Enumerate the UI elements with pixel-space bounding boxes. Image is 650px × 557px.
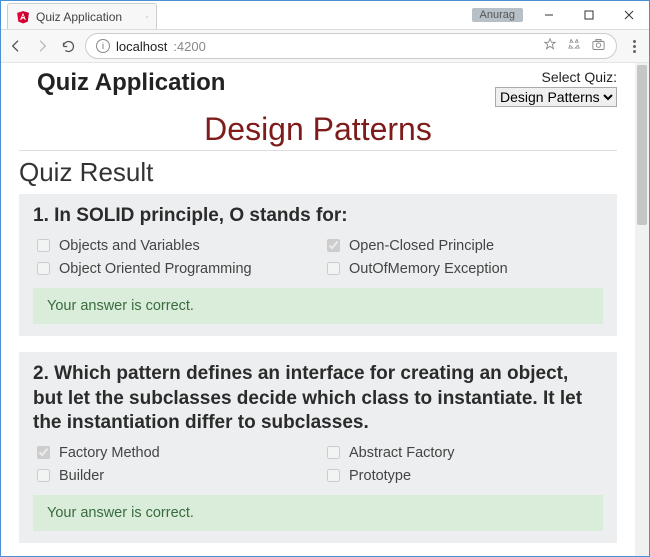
option: Objects and Variables <box>33 236 313 255</box>
quiz-selector: Select Quiz: Design Patterns <box>495 69 617 107</box>
maximize-button[interactable] <box>569 1 609 29</box>
user-tag: Anurag <box>472 8 523 22</box>
option-label: Builder <box>59 468 104 484</box>
option-checkbox[interactable] <box>37 469 50 482</box>
scrollbar-track[interactable] <box>635 63 649 556</box>
quiz-result-heading: Quiz Result <box>19 157 617 188</box>
option: Prototype <box>323 466 603 485</box>
option-checkbox[interactable] <box>327 262 340 275</box>
option-label: Open-Closed Principle <box>349 238 494 254</box>
titlebar: Quiz Application Anurag <box>1 1 649 29</box>
back-button[interactable] <box>7 37 25 55</box>
browser-menu-button[interactable] <box>625 40 643 53</box>
option-checkbox[interactable] <box>37 239 50 252</box>
option-checkbox[interactable] <box>37 262 50 275</box>
app-title: Quiz Application <box>19 69 225 99</box>
recycle-icon[interactable] <box>567 37 581 55</box>
option-label: Factory Method <box>59 445 160 461</box>
page-content: Quiz Application Select Quiz: Design Pat… <box>1 63 635 556</box>
question-card: 2. Which pattern defines an interface fo… <box>19 352 617 543</box>
browser-tab[interactable]: Quiz Application <box>7 3 157 29</box>
option: OutOfMemory Exception <box>323 259 603 278</box>
option-checkbox[interactable] <box>327 469 340 482</box>
divider <box>19 150 617 151</box>
option-checkbox[interactable] <box>327 446 340 459</box>
close-button[interactable] <box>609 1 649 29</box>
app-header: Quiz Application Select Quiz: Design Pat… <box>19 69 617 107</box>
reload-button[interactable] <box>59 37 77 55</box>
option: Builder <box>33 466 313 485</box>
question-text: 2. Which pattern defines an interface fo… <box>33 362 603 435</box>
angular-icon <box>16 10 30 24</box>
option: Open-Closed Principle <box>323 236 603 255</box>
quiz-name-heading: Design Patterns <box>19 111 617 148</box>
options-grid: Factory Method Abstract Factory Builder … <box>33 443 603 485</box>
window-controls <box>529 1 649 29</box>
option-checkbox[interactable] <box>327 239 340 252</box>
forward-button[interactable] <box>33 37 51 55</box>
options-grid: Objects and Variables Open-Closed Princi… <box>33 236 603 278</box>
option-label: Object Oriented Programming <box>59 261 252 277</box>
option-checkbox[interactable] <box>37 446 50 459</box>
tab-strip: Quiz Application <box>1 1 472 29</box>
tab-close-icon[interactable] <box>138 12 148 22</box>
option-label: OutOfMemory Exception <box>349 261 508 277</box>
star-icon[interactable] <box>543 37 557 55</box>
question-card: 1. In SOLID principle, O stands for: Obj… <box>19 194 617 336</box>
scrollbar-thumb[interactable] <box>637 65 647 225</box>
option: Object Oriented Programming <box>33 259 313 278</box>
answer-feedback: Your answer is correct. <box>33 495 603 531</box>
option-label: Objects and Variables <box>59 238 200 254</box>
address-actions <box>543 37 606 55</box>
question-text: 1. In SOLID principle, O stands for: <box>33 204 603 228</box>
select-quiz-label: Select Quiz: <box>495 69 617 85</box>
option: Factory Method <box>33 443 313 462</box>
quiz-select[interactable]: Design Patterns <box>495 87 617 107</box>
tab-title: Quiz Application <box>36 10 122 24</box>
answer-feedback: Your answer is correct. <box>33 288 603 324</box>
browser-window: Quiz Application Anurag i localhost :4200 <box>0 0 650 557</box>
url-port: :4200 <box>173 39 206 54</box>
minimize-button[interactable] <box>529 1 569 29</box>
address-bar[interactable]: i localhost :4200 <box>85 33 617 59</box>
option-label: Prototype <box>349 468 411 484</box>
url-host: localhost <box>116 39 167 54</box>
browser-toolbar: i localhost :4200 <box>1 29 649 63</box>
camera-icon[interactable] <box>591 37 606 55</box>
site-info-icon[interactable]: i <box>96 39 110 53</box>
option-label: Abstract Factory <box>349 445 455 461</box>
option: Abstract Factory <box>323 443 603 462</box>
